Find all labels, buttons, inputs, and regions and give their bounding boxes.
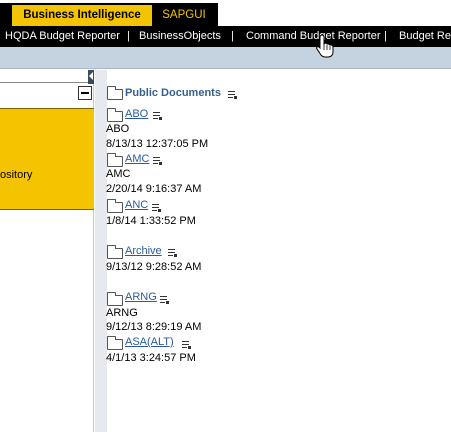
- folder-icon[interactable]: [107, 153, 123, 167]
- folder-modified: 8/13/13 12:37:05 PM: [106, 138, 209, 150]
- folder-modified: 4/1/13 3:24:57 PM: [106, 352, 196, 364]
- nav-command-budget-reporter[interactable]: Command Budget Reporter: [246, 26, 381, 47]
- nav-budget-reporter[interactable]: Budget Rep: [399, 26, 451, 47]
- folder-modified: 9/13/12 9:28:52 AM: [106, 261, 202, 273]
- folder-description: AMC: [106, 168, 131, 180]
- folder-icon[interactable]: [107, 336, 123, 350]
- folder-modified: 2/20/14 9:16:37 AM: [106, 183, 202, 195]
- tab-sapgui[interactable]: SAPGUI: [154, 5, 214, 26]
- folder-icon[interactable]: [107, 86, 123, 100]
- sub-toolbar-strip: [0, 47, 451, 69]
- menu-icon[interactable]: [182, 341, 191, 349]
- folder-link-arng[interactable]: ARNG: [125, 291, 157, 303]
- nav-separator: |: [231, 30, 234, 42]
- menu-icon[interactable]: [168, 249, 177, 257]
- menu-icon[interactable]: [228, 91, 237, 99]
- nav-separator: |: [384, 30, 387, 42]
- folder-icon[interactable]: [107, 199, 123, 213]
- collapse-arrow-icon[interactable]: [89, 72, 93, 80]
- nav-hqda-budget-reporter[interactable]: HQDA Budget Reporter: [5, 26, 120, 47]
- folder-link-abo[interactable]: ABO: [125, 108, 148, 120]
- folder-link-amc[interactable]: AMC: [125, 153, 149, 165]
- hand-cursor-icon: [316, 34, 334, 58]
- folder-icon[interactable]: [107, 108, 123, 122]
- menu-icon[interactable]: [160, 296, 169, 304]
- menu-icon[interactable]: [153, 157, 162, 165]
- folder-description: ARNG: [106, 307, 138, 319]
- menu-icon[interactable]: [152, 204, 161, 212]
- nav-businessobjects[interactable]: BusinessObjects: [139, 26, 221, 47]
- folder-link-archive[interactable]: Archive: [125, 245, 162, 257]
- menu-icon[interactable]: [153, 112, 162, 120]
- repository-panel[interactable]: ository: [0, 108, 94, 210]
- tab-business-intelligence[interactable]: Business Intelligence: [12, 5, 152, 26]
- nav-bar: HQDA Budget Reporter | BusinessObjects |…: [0, 26, 451, 47]
- folder-icon[interactable]: [107, 292, 123, 306]
- folder-link-asa-alt[interactable]: ASA(ALT): [125, 336, 174, 348]
- folder-modified: 9/12/13 8:29:19 AM: [106, 321, 202, 333]
- public-documents-link[interactable]: Public Documents: [125, 87, 221, 99]
- nav-separator: |: [127, 30, 130, 42]
- minimize-icon[interactable]: [78, 86, 92, 100]
- left-pane-divider: [0, 82, 94, 83]
- folder-description: ABO: [106, 123, 130, 135]
- repository-label: ository: [0, 169, 33, 181]
- left-pane: ository: [0, 70, 94, 432]
- folder-icon[interactable]: [107, 245, 123, 259]
- top-tab-strip: Business Intelligence SAPGUI: [0, 0, 451, 26]
- folder-link-anc[interactable]: ANC: [125, 199, 148, 211]
- folder-modified: 1/8/14 1:33:52 PM: [106, 215, 196, 227]
